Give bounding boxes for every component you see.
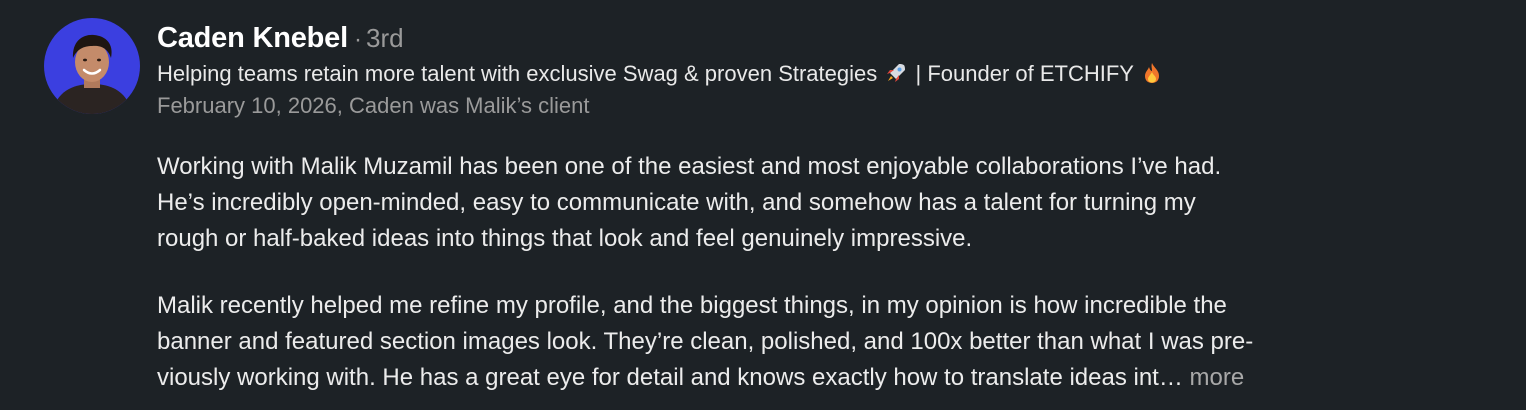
recommender-headline: Helping teams retain more talent with ex… — [157, 59, 1497, 92]
recommender-header: Caden Knebel · 3rd Helping teams retain … — [157, 22, 1497, 120]
truncated-text: viously working with. He has a great eye… — [157, 364, 1183, 391]
headline-text-part2: | Founder of ETCHIFY — [915, 61, 1134, 86]
connection-degree: 3rd — [365, 23, 404, 53]
text-line: rough or half-baked ideas into things th… — [157, 225, 973, 252]
text-line: Working with Malik Muzamil has been one … — [157, 153, 1222, 180]
text-line: Malik recently helped me refine my profi… — [157, 292, 1227, 319]
degree-separator: · — [353, 26, 362, 53]
fire-icon — [1142, 62, 1162, 92]
recommendation-date-relationship: February 10, 2026, Caden was Malik’s cli… — [157, 93, 590, 118]
recommendation-text: Working with Malik Muzamil has been one … — [157, 149, 1477, 396]
text-line-last: viously working with. He has a great eye… — [157, 360, 1477, 396]
headline-text-part1: Helping teams retain more talent with ex… — [157, 61, 878, 86]
profile-photo — [44, 18, 140, 114]
avatar[interactable] — [44, 18, 140, 114]
rocket-icon — [885, 62, 907, 92]
recommender-name[interactable]: Caden Knebel — [157, 22, 348, 55]
text-line: He’s incredibly open-minded, easy to com… — [157, 189, 1196, 216]
paragraph-2: Malik recently helped me refine my profi… — [157, 288, 1477, 396]
see-more-link[interactable]: more — [1190, 364, 1245, 391]
paragraph-1: Working with Malik Muzamil has been one … — [157, 149, 1477, 257]
name-row: Caden Knebel · 3rd — [157, 22, 1497, 56]
text-line: banner and featured section images look.… — [157, 328, 1254, 355]
